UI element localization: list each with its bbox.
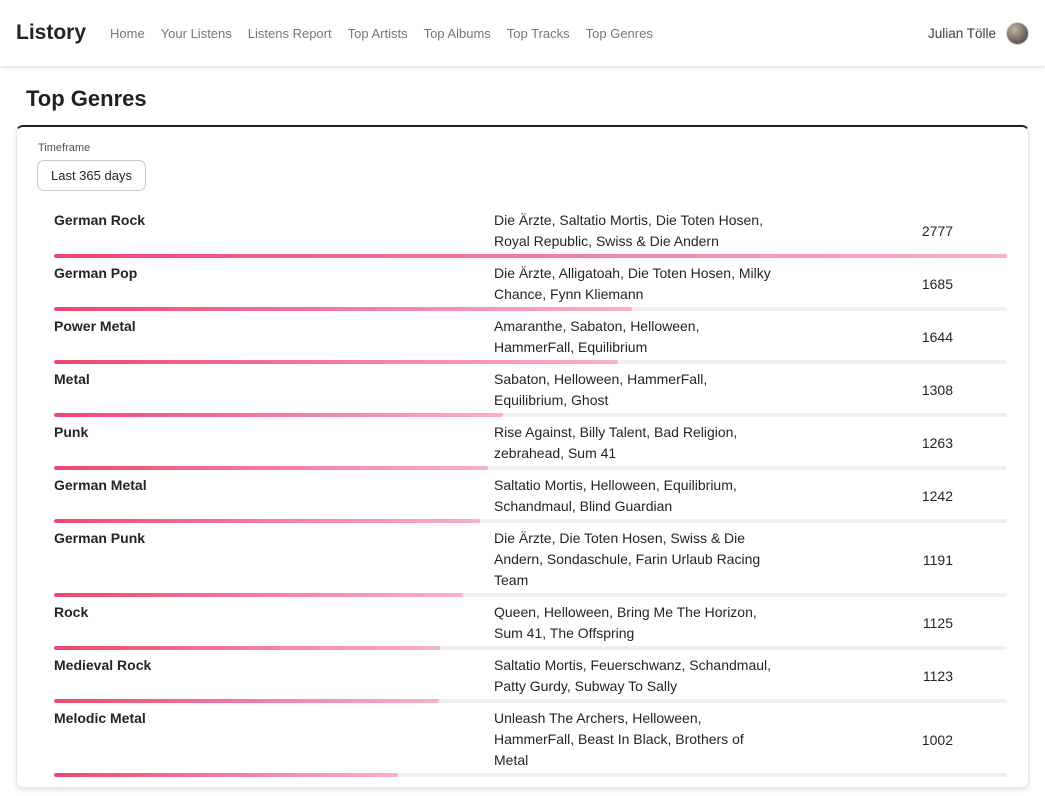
- genre-row: PunkRise Against, Billy Talent, Bad Reli…: [54, 420, 1007, 470]
- genre-name: German Pop: [54, 263, 494, 284]
- nav-item-top-artists[interactable]: Top Artists: [340, 20, 416, 47]
- top-genres-card: Timeframe Last 365 days German RockDie Ä…: [16, 125, 1029, 788]
- genre-row: German PopDie Ärzte, Alligatoah, Die Tot…: [54, 261, 1007, 311]
- genre-bar-fill: [54, 519, 480, 523]
- genre-bar-fill: [54, 254, 1007, 258]
- genre-artists: Die Ärzte, Die Toten Hosen, Swiss & Die …: [494, 528, 780, 591]
- genre-bar-fill: [54, 773, 398, 777]
- genre-name: Power Metal: [54, 316, 494, 337]
- genre-row: MetalSabaton, Helloween, HammerFall, Equ…: [54, 367, 1007, 417]
- genre-artists: Rise Against, Billy Talent, Bad Religion…: [494, 422, 780, 464]
- genre-count: 1644: [780, 329, 1007, 345]
- genre-count: 2777: [780, 223, 1007, 239]
- genre-name: German Metal: [54, 475, 494, 496]
- genre-artists: Die Ärzte, Alligatoah, Die Toten Hosen, …: [494, 263, 780, 305]
- genre-row: German IndieBukahara, Käptn Peng, KYTES,…: [54, 780, 1007, 788]
- nav-item-top-genres[interactable]: Top Genres: [578, 20, 661, 47]
- genre-row: German RockDie Ärzte, Saltatio Mortis, D…: [54, 208, 1007, 258]
- timeframe-label: Timeframe: [38, 142, 1008, 154]
- genre-artists: Amaranthe, Sabaton, Helloween, HammerFal…: [494, 316, 780, 358]
- genre-bar-fill: [54, 466, 488, 470]
- user-avatar[interactable]: [1006, 22, 1029, 45]
- genre-name: German Indie: [54, 782, 494, 788]
- main-nav: HomeYour ListensListens ReportTop Artist…: [102, 20, 661, 47]
- genre-name: German Rock: [54, 210, 494, 231]
- genre-row: RockQueen, Helloween, Bring Me The Horiz…: [54, 600, 1007, 650]
- page-title: Top Genres: [26, 86, 1045, 112]
- genre-name: Punk: [54, 422, 494, 443]
- genre-count: 1263: [780, 435, 1007, 451]
- genre-name: Medieval Rock: [54, 655, 494, 676]
- genre-bar-track: [54, 466, 1007, 470]
- genre-count: 1002: [780, 732, 1007, 748]
- genre-count: 1125: [780, 615, 1007, 631]
- genre-bar-fill: [54, 646, 440, 650]
- genre-artists: Unleash The Archers, Helloween, HammerFa…: [494, 708, 780, 771]
- genre-count: 1191: [780, 552, 1007, 568]
- genre-artists: Bukahara, Käptn Peng, KYTES, Von Wegen L…: [494, 782, 780, 788]
- genre-count: 1123: [780, 668, 1007, 684]
- genre-row: Medieval RockSaltatio Mortis, Feuerschwa…: [54, 653, 1007, 703]
- genre-name: Melodic Metal: [54, 708, 494, 729]
- top-bar: Listory HomeYour ListensListens ReportTo…: [0, 0, 1045, 66]
- nav-item-top-albums[interactable]: Top Albums: [416, 20, 499, 47]
- genre-name: Rock: [54, 602, 494, 623]
- genre-artists: Sabaton, Helloween, HammerFall, Equilibr…: [494, 369, 780, 411]
- genre-bar-track: [54, 519, 1007, 523]
- genre-count: 1242: [780, 488, 1007, 504]
- nav-item-top-tracks[interactable]: Top Tracks: [499, 20, 578, 47]
- timeframe-select[interactable]: Last 365 days: [37, 160, 146, 191]
- genre-row: German MetalSaltatio Mortis, Helloween, …: [54, 473, 1007, 523]
- genre-count: 1685: [780, 276, 1007, 292]
- app-logo[interactable]: Listory: [16, 21, 86, 45]
- genre-bar-track: [54, 307, 1007, 311]
- genre-bar-track: [54, 699, 1007, 703]
- genre-bar-fill: [54, 699, 439, 703]
- genre-list: German RockDie Ärzte, Saltatio Mortis, D…: [37, 208, 1008, 788]
- genre-name: Metal: [54, 369, 494, 390]
- genre-bar-fill: [54, 413, 503, 417]
- genre-artists: Saltatio Mortis, Helloween, Equilibrium,…: [494, 475, 780, 517]
- genre-bar-track: [54, 254, 1007, 258]
- genre-bar-track: [54, 360, 1007, 364]
- genre-row: Power MetalAmaranthe, Sabaton, Helloween…: [54, 314, 1007, 364]
- genre-bar-track: [54, 646, 1007, 650]
- genre-artists: Queen, Helloween, Bring Me The Horizon, …: [494, 602, 780, 644]
- genre-row: German PunkDie Ärzte, Die Toten Hosen, S…: [54, 526, 1007, 597]
- genre-artists: Die Ärzte, Saltatio Mortis, Die Toten Ho…: [494, 210, 780, 252]
- genre-bar-track: [54, 593, 1007, 597]
- user-name: Julian Tölle: [928, 26, 996, 41]
- genre-row: Melodic MetalUnleash The Archers, Hellow…: [54, 706, 1007, 777]
- genre-bar-track: [54, 773, 1007, 777]
- genre-count: 1308: [780, 382, 1007, 398]
- genre-bar-fill: [54, 360, 618, 364]
- genre-bar-track: [54, 413, 1007, 417]
- nav-item-listens-report[interactable]: Listens Report: [240, 20, 340, 47]
- nav-item-home[interactable]: Home: [102, 20, 153, 47]
- nav-item-your-listens[interactable]: Your Listens: [153, 20, 240, 47]
- genre-artists: Saltatio Mortis, Feuerschwanz, Schandmau…: [494, 655, 780, 697]
- user-menu[interactable]: Julian Tölle: [928, 22, 1029, 45]
- genre-bar-fill: [54, 593, 463, 597]
- genre-bar-fill: [54, 307, 632, 311]
- genre-name: German Punk: [54, 528, 494, 549]
